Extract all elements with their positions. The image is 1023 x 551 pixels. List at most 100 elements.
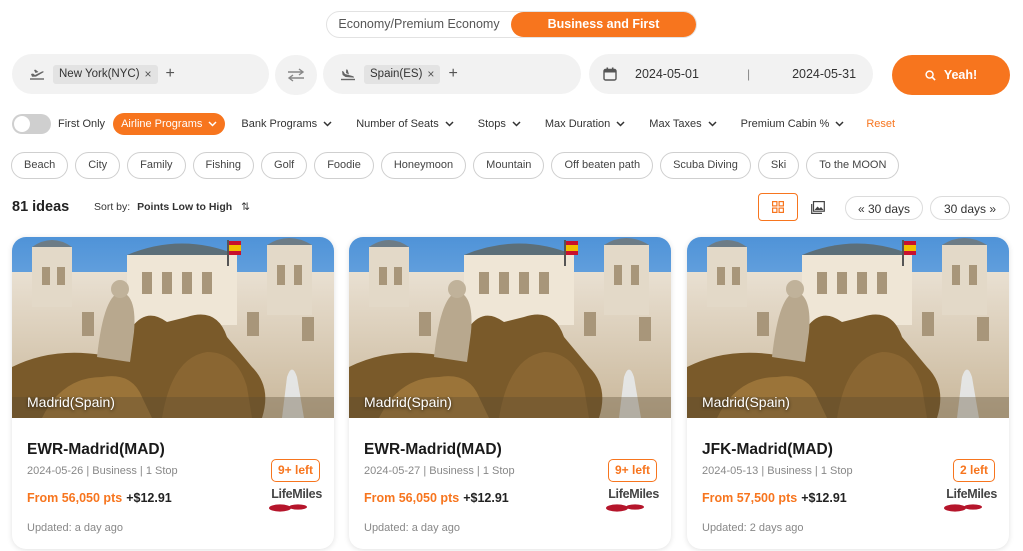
add-destination-icon[interactable]: + <box>448 65 457 83</box>
lifemiles-logo: LifeMiles <box>599 487 659 513</box>
search-icon <box>925 69 936 81</box>
filter-max-taxes[interactable]: Max Taxes <box>641 113 725 135</box>
filter-premium-cabin[interactable]: Premium Cabin % <box>732 113 853 135</box>
cabin-option-economy[interactable]: Economy/Premium Economy <box>327 12 511 37</box>
result-card[interactable]: Madrid(Spain) JFK-Madrid(MAD) 2024-05-13… <box>687 237 1009 549</box>
date-range-field[interactable]: 2024-05-01 | 2024-05-31 <box>589 54 873 94</box>
route-title: EWR-Madrid(MAD) <box>27 441 165 458</box>
flight-meta: 2024-05-26 | Business | 1 Stop <box>27 465 178 477</box>
seats-left-badge: 2 left <box>952 459 995 482</box>
route-title: JFK-Madrid(MAD) <box>702 441 833 458</box>
double-chevron-left-icon: « <box>857 202 865 216</box>
filter-airline-programs[interactable]: Airline Programs <box>113 113 226 135</box>
origin-chip: New York(NYC) × <box>53 64 158 84</box>
add-origin-icon[interactable]: + <box>166 65 175 83</box>
flight-meta: 2024-05-13 | Business | 1 Stop <box>702 465 853 477</box>
date-start[interactable]: 2024-05-01 <box>635 67 699 81</box>
takeoff-icon <box>29 66 45 82</box>
filter-max-duration[interactable]: Max Duration <box>536 113 634 135</box>
updated-time: Updated: 2 days ago <box>702 522 804 534</box>
origin-field[interactable]: New York(NYC) × + <box>12 54 269 94</box>
chevron-down-icon <box>835 121 844 127</box>
chevron-down-icon <box>616 121 625 127</box>
sort-order-icon: ⇅ <box>241 201 250 213</box>
destination-photo: Madrid(Spain) <box>12 237 334 418</box>
previous-30-days-button[interactable]: « 30 days <box>845 196 923 220</box>
seats-left-badge: 9+ left <box>270 459 320 482</box>
filter-label: Number of Seats <box>356 118 439 130</box>
tag-to-the-moon[interactable]: To the MOON <box>806 152 900 179</box>
destination-city-label: Madrid(Spain) <box>702 394 790 410</box>
chevron-down-icon <box>512 121 521 127</box>
sort-dropdown[interactable]: Sort by: Points Low to High ⇅ <box>86 196 258 218</box>
tag-mountain[interactable]: Mountain <box>473 152 545 179</box>
next-30-days-button[interactable]: 30 days » <box>930 196 1010 220</box>
price-line: From 56,050 pts +$12.91 <box>364 491 509 505</box>
gallery-view-button[interactable] <box>804 193 832 221</box>
destination-chip-label: Spain(ES) <box>370 67 423 80</box>
filter-label: Airline Programs <box>121 118 203 130</box>
updated-time: Updated: a day ago <box>27 522 124 534</box>
lifemiles-logo: LifeMiles <box>262 487 322 513</box>
tag-beach[interactable]: Beach <box>11 152 69 179</box>
points-price: From 56,050 pts <box>364 491 460 505</box>
filter-stops[interactable]: Stops <box>469 113 529 135</box>
tag-honeymoon[interactable]: Honeymoon <box>380 152 467 179</box>
calendar-icon <box>603 67 617 81</box>
tax-amount: +$12.91 <box>126 491 172 505</box>
grid-view-button[interactable] <box>758 193 798 221</box>
tag-foodie[interactable]: Foodie <box>314 152 374 179</box>
filter-number-of-seats[interactable]: Number of Seats <box>348 113 462 135</box>
program-name: LifeMiles <box>271 487 322 501</box>
first-only-label: First Only <box>58 118 106 130</box>
search-button[interactable]: Yeah! <box>892 55 1010 95</box>
destination-field[interactable]: Spain(ES) × + <box>323 54 581 94</box>
remove-origin-icon[interactable]: × <box>145 65 152 84</box>
sort-prefix: Sort by: <box>94 201 131 213</box>
chevron-down-icon <box>208 121 217 127</box>
results-count: 81 ideas <box>12 199 70 215</box>
remove-destination-icon[interactable]: × <box>427 65 434 84</box>
result-card[interactable]: Madrid(Spain) EWR-Madrid(MAD) 2024-05-26… <box>12 237 334 549</box>
tax-amount: +$12.91 <box>801 491 847 505</box>
tag-ski[interactable]: Ski <box>757 152 800 179</box>
grid-icon <box>772 201 784 213</box>
destination-photo: Madrid(Spain) <box>349 237 671 418</box>
flight-meta: 2024-05-27 | Business | 1 Stop <box>364 465 515 477</box>
program-name: LifeMiles <box>946 487 997 501</box>
filters-bar: First Only Airline Programs Bank Program… <box>12 113 895 135</box>
price-line: From 57,500 pts +$12.91 <box>702 491 847 505</box>
date-end[interactable]: 2024-05-31 <box>792 67 856 81</box>
result-card[interactable]: Madrid(Spain) EWR-Madrid(MAD) 2024-05-27… <box>349 237 671 549</box>
tag-fishing[interactable]: Fishing <box>192 152 255 179</box>
tag-family[interactable]: Family <box>127 152 186 179</box>
previous-days-label: 30 days <box>868 202 911 216</box>
destination-city-label: Madrid(Spain) <box>27 394 115 410</box>
date-separator: | <box>746 67 751 81</box>
filter-label: Stops <box>477 118 506 130</box>
cabin-class-toggle: Economy/Premium Economy Business and Fir… <box>326 11 697 38</box>
tax-amount: +$12.91 <box>463 491 509 505</box>
origin-chip-label: New York(NYC) <box>59 67 140 80</box>
swap-button[interactable] <box>275 55 317 95</box>
points-price: From 57,500 pts <box>702 491 798 505</box>
landing-icon <box>340 66 356 82</box>
destination-chip: Spain(ES) × <box>364 64 441 84</box>
interest-tags: Beach City Family Fishing Golf Foodie Ho… <box>11 152 906 179</box>
seats-left-badge: 9+ left <box>607 459 657 482</box>
double-chevron-right-icon: » <box>989 202 997 216</box>
chevron-down-icon <box>445 121 454 127</box>
tag-city[interactable]: City <box>75 152 121 179</box>
first-only-switch[interactable] <box>12 114 51 134</box>
filter-bank-programs[interactable]: Bank Programs <box>233 113 341 135</box>
reset-filters-link[interactable]: Reset <box>866 118 895 130</box>
tag-off-beaten-path[interactable]: Off beaten path <box>551 152 654 179</box>
tag-scuba-diving[interactable]: Scuba Diving <box>660 152 751 179</box>
search-button-label: Yeah! <box>943 68 978 82</box>
sort-value: Points Low to High <box>137 201 233 213</box>
chevron-down-icon <box>323 121 332 127</box>
cabin-option-business[interactable]: Business and First <box>511 12 696 37</box>
filter-label: Premium Cabin % <box>740 118 830 130</box>
program-name: LifeMiles <box>608 487 659 501</box>
tag-golf[interactable]: Golf <box>261 152 308 179</box>
